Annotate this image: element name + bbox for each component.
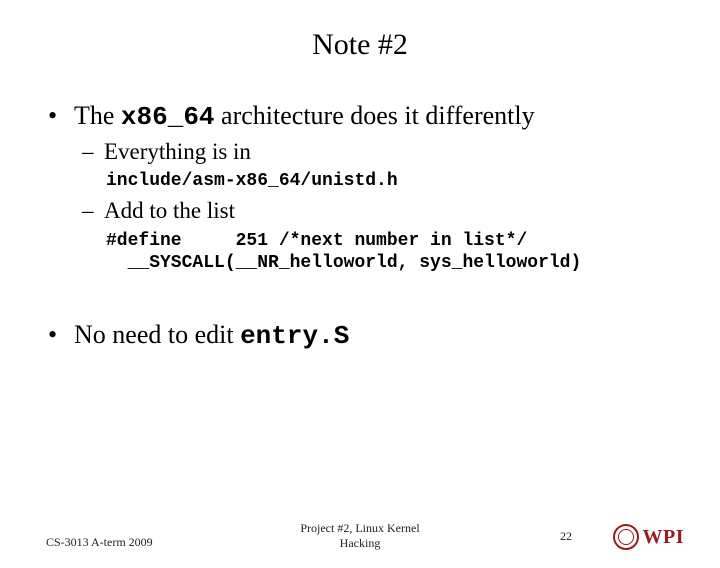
spacer bbox=[46, 279, 674, 319]
bullet-item: • The x86_64 architecture does it differ… bbox=[46, 100, 674, 134]
sub-text: Everything is in bbox=[104, 138, 674, 167]
bullet-pre: No need to edit bbox=[74, 320, 240, 349]
bullet-text: No need to edit entry.S bbox=[74, 319, 674, 353]
wpi-logo-text: WPI bbox=[643, 526, 685, 549]
footer-center-line1: Project #2, Linux Kernel bbox=[300, 521, 419, 535]
code-block: #define 251 /*next number in list*/ __SY… bbox=[106, 230, 674, 275]
wpi-logo: WPI bbox=[613, 524, 685, 550]
footer-center-line2: Hacking bbox=[340, 536, 381, 550]
slide-body: • The x86_64 architecture does it differ… bbox=[0, 100, 720, 352]
slide: Note #2 • The x86_64 architecture does i… bbox=[0, 28, 720, 568]
bullet-item: • No need to edit entry.S bbox=[46, 319, 674, 353]
wpi-seal-icon bbox=[613, 524, 639, 550]
bullet-post: architecture does it differently bbox=[215, 101, 535, 130]
bullet-marker: • bbox=[46, 100, 74, 134]
sub-text: Add to the list bbox=[104, 197, 674, 226]
bullet-pre: The bbox=[74, 101, 121, 130]
sub-marker: – bbox=[82, 197, 104, 226]
bullet-code: x86_64 bbox=[121, 102, 215, 132]
sub-bullet: – Add to the list bbox=[82, 197, 674, 226]
slide-title: Note #2 bbox=[0, 28, 720, 62]
bullet-text: The x86_64 architecture does it differen… bbox=[74, 100, 674, 134]
sub-bullet: – Everything is in bbox=[82, 138, 674, 167]
code-block: include/asm-x86_64/unistd.h bbox=[106, 170, 674, 193]
page-number: 22 bbox=[560, 529, 572, 544]
sub-marker: – bbox=[82, 138, 104, 167]
bullet-marker: • bbox=[46, 319, 74, 353]
bullet-code: entry.S bbox=[240, 321, 349, 351]
